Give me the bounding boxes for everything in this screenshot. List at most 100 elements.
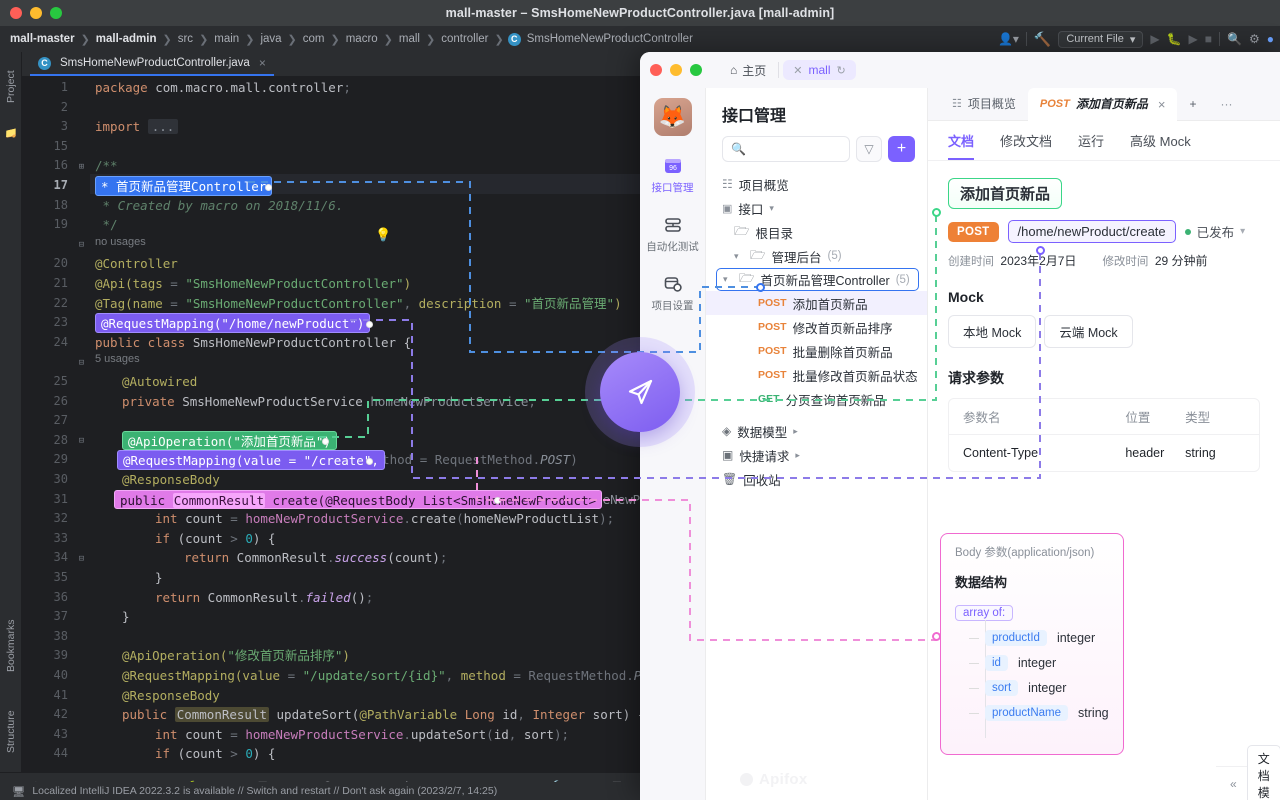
fold-collapse-icon[interactable]: ⊟ — [77, 359, 86, 368]
doc-mode-button[interactable]: 文档模式 — [1247, 745, 1280, 800]
refresh-icon[interactable]: ↻ — [837, 64, 846, 77]
tree-node-batch-update-status[interactable]: POST 批量修改首页新品状态 — [706, 363, 927, 387]
user-icon[interactable]: 👤▾ — [998, 32, 1019, 46]
apifox-helper-orb-button[interactable] — [600, 352, 680, 432]
gear-icon[interactable]: ⚙ — [1249, 32, 1260, 46]
breadcrumb-item-0[interactable]: mall-master — [8, 33, 77, 45]
status-badge[interactable]: 已发布 ▾ — [1185, 222, 1246, 241]
run-icon[interactable]: ▶ — [1150, 32, 1159, 46]
sidebar-item-api-management[interactable]: 96 接口管理 — [652, 156, 694, 195]
home-tab[interactable]: ⌂ 主页 — [722, 59, 774, 82]
tree-node-homenewproduct-controller[interactable]: ▾ 🗁 首页新品管理Controller (5) — [716, 268, 919, 291]
tree-node-update-sort[interactable]: POST 修改首页新品排序 — [706, 315, 927, 339]
project-folder-icon[interactable]: 📁 — [0, 122, 22, 142]
automation-icon — [663, 215, 683, 235]
breadcrumb-item-6[interactable]: macro — [344, 33, 380, 45]
filter-icon[interactable]: ▽ — [856, 136, 882, 162]
close-icon[interactable]: × — [259, 56, 266, 70]
run-with-coverage-icon[interactable]: ▶ — [1189, 32, 1198, 46]
api-name: 添加首页新品 — [948, 178, 1062, 209]
close-icon[interactable]: × — [1158, 88, 1166, 121]
breadcrumb-item-7[interactable]: mall — [397, 33, 422, 45]
chevron-down-icon[interactable]: ▾ — [734, 251, 744, 262]
divider — [1026, 32, 1027, 46]
maximize-window-button[interactable] — [690, 64, 702, 76]
tab-run[interactable]: 运行 — [1078, 131, 1104, 160]
tree-node-quick-request[interactable]: ▣ 快捷请求 ▸ — [706, 443, 927, 467]
line-number: 15 — [22, 137, 68, 157]
local-mock-button[interactable]: 本地 Mock — [948, 315, 1036, 348]
line-number: 29 — [22, 450, 68, 470]
fold-collapse-icon[interactable]: ⊟ — [77, 241, 86, 250]
breadcrumb-item-9[interactable]: SmsHomeNewProductController — [525, 33, 695, 45]
sidebar-item-project[interactable]: Project — [0, 56, 22, 118]
tree-node-admin-backend[interactable]: ▾ 🗁 管理后台 (5) — [706, 244, 927, 268]
tree-node-page-query[interactable]: GET 分页查询首页新品 — [706, 387, 927, 411]
sidebar-item-project-settings[interactable]: 项目设置 — [652, 274, 694, 313]
watermark-label: Apifox — [759, 771, 807, 788]
tree-node-root-directory[interactable]: 🗁 根目录 — [706, 220, 927, 244]
minimize-window-button[interactable] — [670, 64, 682, 76]
api-url[interactable]: /home/newProduct/create — [1008, 220, 1176, 243]
method-badge: POST — [758, 297, 787, 309]
modified-time-value: 29 分钟前 — [1155, 254, 1208, 268]
build-hammer-icon[interactable]: 🔨 — [1034, 31, 1051, 48]
tree-node-recycle-bin[interactable]: 🗑 回收站 — [706, 467, 927, 491]
tree-node-project-overview[interactable]: ☷ 项目概览 — [706, 172, 927, 196]
column-header-name: 参数名 — [963, 407, 1125, 426]
tab-doc[interactable]: 文档 — [948, 131, 974, 160]
search-input[interactable]: 🔍 — [722, 136, 850, 162]
line-number: 38 — [22, 627, 68, 647]
breadcrumb-item-4[interactable]: java — [258, 33, 283, 45]
chevron-down-icon[interactable]: ▾ — [723, 274, 733, 285]
line-number: 33 — [22, 529, 68, 549]
data-model-icon: ◈ — [722, 424, 731, 438]
sidebar-item-automation-test[interactable]: 自动化测试 — [646, 215, 699, 254]
chevron-down-icon[interactable]: ▾ — [769, 203, 779, 214]
sidebar-item-structure[interactable]: Structure — [0, 694, 22, 770]
stop-icon[interactable]: ■ — [1205, 32, 1212, 46]
chevron-right-icon[interactable]: ▸ — [793, 426, 803, 437]
tab-project-overview[interactable]: ☷ 项目概览 — [940, 88, 1028, 121]
breadcrumb-item-5[interactable]: com — [301, 33, 327, 45]
class-icon: C — [508, 33, 521, 46]
project-tab-mall[interactable]: ✕ mall ↻ — [783, 60, 855, 80]
tree-node-api[interactable]: ▣ 接口 ▾ — [706, 196, 927, 220]
line-number: 2 — [22, 98, 68, 118]
cloud-mock-button[interactable]: 云端 Mock — [1044, 315, 1132, 348]
chevron-right-icon[interactable]: ▸ — [795, 450, 805, 461]
tree-node-label: 添加首页新品 — [793, 294, 868, 313]
sidebar-item-bookmarks[interactable]: Bookmarks — [0, 600, 22, 692]
tab-advanced-mock[interactable]: 高级 Mock — [1130, 131, 1191, 160]
search-icon[interactable]: 🔍 — [1227, 32, 1242, 46]
tree-node-add-home-new-product[interactable]: POST 添加首页新品 — [706, 291, 927, 315]
close-window-button[interactable] — [650, 64, 662, 76]
breadcrumb-item-3[interactable]: main — [212, 33, 241, 45]
debug-icon[interactable]: 🐛 — [1167, 32, 1182, 46]
apifox-window-controls[interactable] — [650, 64, 702, 76]
intention-bulb-icon[interactable]: 💡 — [375, 228, 391, 243]
method-badge: POST — [948, 222, 999, 242]
breadcrumb-item-2[interactable]: src — [176, 33, 195, 45]
breadcrumb-item-1[interactable]: mall-admin — [94, 33, 159, 45]
plugin-icon[interactable]: ● — [1267, 32, 1274, 46]
tree-node-batch-delete[interactable]: POST 批量删除首页新品 — [706, 339, 927, 363]
line-number: 17 — [22, 176, 68, 196]
notification-text[interactable]: Localized IntelliJ IDEA 2022.3.2 is avai… — [32, 785, 497, 797]
run-configuration-selector[interactable]: Current File ▾ — [1058, 31, 1143, 48]
avatar[interactable]: 🦊 — [654, 98, 692, 136]
code-highlight-request-mapping-class: @RequestMapping("/home/newProduct") — [95, 313, 370, 333]
chevron-down-icon[interactable]: ▾ — [1240, 226, 1245, 237]
collapse-icon[interactable]: « — [1230, 777, 1237, 791]
tab-edit-doc[interactable]: 修改文档 — [1000, 131, 1052, 160]
editor-tab-smshomenewproductcontroller[interactable]: C SmsHomeNewProductController.java × — [30, 52, 274, 76]
add-tab-button[interactable]: + — [1177, 88, 1208, 121]
breadcrumb-separator: ❯ — [241, 33, 258, 46]
close-icon[interactable]: ✕ — [793, 64, 802, 77]
add-button[interactable]: + — [888, 136, 915, 162]
tab-add-home-new-product[interactable]: POST 添加首页新品 × — [1028, 88, 1178, 121]
more-tabs-button[interactable]: ··· — [1208, 88, 1244, 121]
line-number: 44 — [22, 744, 68, 764]
tree-node-data-model[interactable]: ◈ 数据模型 ▸ — [706, 419, 927, 443]
breadcrumb-item-8[interactable]: controller — [439, 33, 490, 45]
